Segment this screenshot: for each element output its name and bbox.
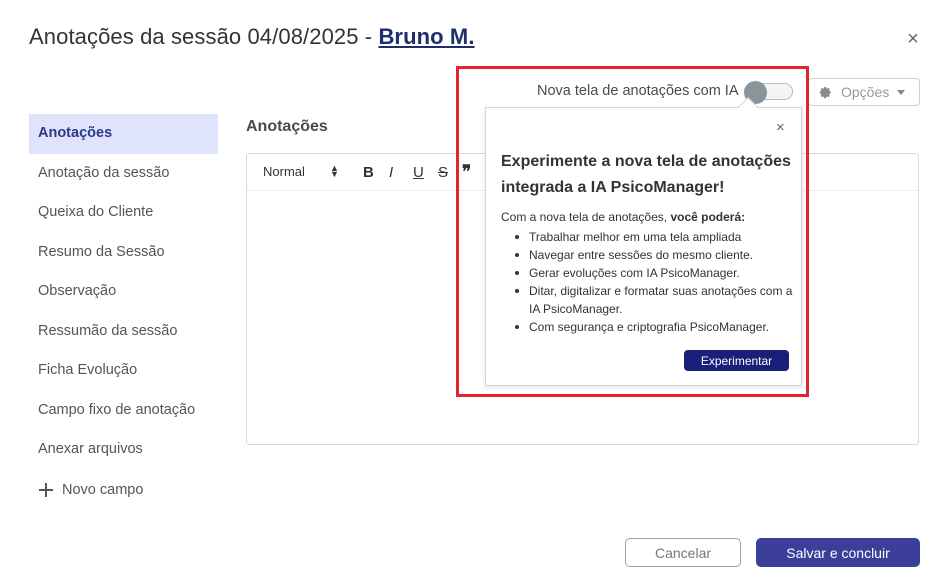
plus-icon xyxy=(38,482,54,498)
cancel-button[interactable]: Cancelar xyxy=(625,538,741,567)
section-title: Anotações xyxy=(246,118,328,135)
list-item: Gerar evoluções com IA PsicoManager. xyxy=(512,264,797,282)
list-item: Navegar entre sessões do mesmo cliente. xyxy=(512,246,797,264)
intro-bold: você poderá: xyxy=(670,210,746,224)
sidebar-item-anotacoes[interactable]: Anotações xyxy=(29,114,218,154)
popover-title: Experimente a nova tela de anotações int… xyxy=(501,153,791,196)
options-dropdown[interactable]: Opções xyxy=(808,78,920,106)
try-button[interactable]: Experimentar xyxy=(684,350,789,371)
list-item: Com segurança e criptografia PsicoManage… xyxy=(512,318,797,336)
save-and-finish-button[interactable]: Salvar e concluir xyxy=(756,538,920,567)
client-name-link[interactable]: Bruno M. xyxy=(378,24,474,49)
list-item: Ditar, digitalizar e formatar suas anota… xyxy=(512,282,797,318)
sidebar-item-ressumao-sessao[interactable]: Ressumão da sessão xyxy=(29,312,218,352)
add-field-label: Novo campo xyxy=(62,481,144,498)
sidebar-item-ficha-evolucao[interactable]: Ficha Evolução xyxy=(29,351,218,391)
sidebar-item-anexar-arquivos[interactable]: Anexar arquivos xyxy=(29,430,218,470)
list-item: Trabalhar melhor em uma tela ampliada xyxy=(512,228,797,246)
strike-button[interactable]: S xyxy=(438,164,448,181)
gear-icon xyxy=(819,86,831,98)
close-icon[interactable]: × xyxy=(904,29,922,49)
sidebar: Anotações Anotação da sessão Queixa do C… xyxy=(29,114,218,510)
options-label: Opções xyxy=(841,84,890,100)
chevron-down-icon xyxy=(897,89,906,95)
sidebar-item-resumo-sessao[interactable]: Resumo da Sessão xyxy=(29,233,218,273)
underline-button[interactable]: U xyxy=(413,164,424,181)
feature-list: Trabalhar melhor em uma tela ampliada Na… xyxy=(512,228,797,336)
popover-intro: Com a nova tela de anotações, você poder… xyxy=(501,210,745,224)
sidebar-item-campo-fixo[interactable]: Campo fixo de anotação xyxy=(29,391,218,431)
intro-text: Com a nova tela de anotações, xyxy=(501,210,671,224)
close-icon[interactable]: × xyxy=(776,120,785,135)
sidebar-item-observacao[interactable]: Observação xyxy=(29,272,218,312)
add-field-button[interactable]: Novo campo xyxy=(29,470,218,510)
italic-button[interactable]: I xyxy=(389,164,393,181)
select-arrows-icon: ▲ ▼ xyxy=(330,163,339,179)
title-prefix: Anotações da sessão 04/08/2025 - xyxy=(29,24,379,49)
sidebar-item-queixa-cliente[interactable]: Queixa do Cliente xyxy=(29,193,218,233)
bold-button[interactable]: B xyxy=(363,164,374,181)
modal-title: Anotações da sessão 04/08/2025 - Bruno M… xyxy=(29,24,475,50)
ai-promo-popover: × Experimente a nova tela de anotações i… xyxy=(485,97,802,386)
sidebar-item-anotacao-sessao[interactable]: Anotação da sessão xyxy=(29,154,218,194)
